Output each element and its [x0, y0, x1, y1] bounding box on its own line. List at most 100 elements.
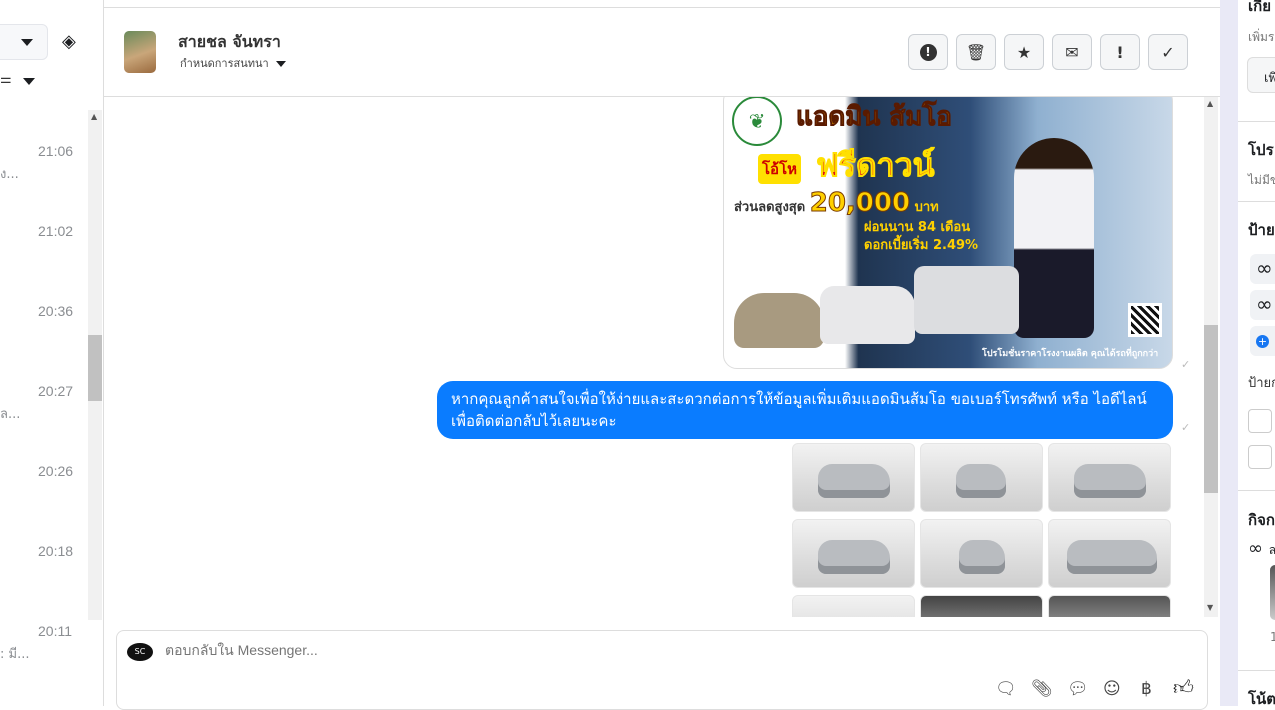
spam-button[interactable]: ! — [908, 34, 948, 70]
ad-brand: แอดมิน ส้มโอ — [796, 102, 953, 133]
chevron-down-icon — [21, 39, 33, 46]
message-icon[interactable]: 💬︎ — [1067, 679, 1089, 699]
divider — [1238, 670, 1275, 671]
conversation-snippet[interactable]: ล... — [0, 403, 20, 424]
section-title: กิจก — [1248, 511, 1275, 529]
meta-infinity-icon: ∞ — [1256, 256, 1273, 280]
label-chip[interactable]: ∞ — [1250, 254, 1275, 284]
like-icon[interactable]: 👍︎ — [1173, 675, 1194, 700]
qr-code-icon — [1128, 303, 1162, 337]
thread-scrollbar[interactable]: ▲ ▼ — [1204, 97, 1218, 617]
car-photo-thumbnail[interactable] — [920, 595, 1043, 617]
ad-badge: โอ้โห — [758, 154, 802, 184]
activity-item[interactable]: ∞ ล — [1248, 538, 1275, 560]
filter-sliders-icon[interactable]: ⚌ — [0, 72, 12, 87]
car-photo-thumbnail[interactable] — [1048, 595, 1171, 617]
section-title: เกีย — [1248, 0, 1271, 15]
conversation-header: สายชล จันทรา กำหนดการสนทนา ! 🗑︎ ★ ✉ ! ✓ — [104, 8, 1220, 97]
conversation-time: 21:06 — [38, 143, 74, 159]
add-label-button[interactable]: + — [1250, 326, 1275, 356]
ad-currency: บาท — [914, 200, 939, 215]
chevron-down-icon[interactable] — [23, 78, 35, 85]
inbox-filter-dropdown[interactable] — [0, 24, 48, 60]
car-image — [734, 293, 824, 348]
section-subtitle: ป้ายก — [1248, 376, 1275, 391]
scrollbar-thumb[interactable] — [1204, 325, 1218, 493]
reply-composer[interactable]: SC 🗨︎ 📎︎ 💬︎ ☺ ฿ 👍︎ — [116, 630, 1208, 710]
star-icon: ★ — [1016, 42, 1032, 62]
conversation-time: 21:02 — [38, 223, 74, 239]
reply-input[interactable] — [165, 642, 765, 658]
car-image — [820, 286, 915, 344]
ad-discount-amount: 20,000 — [809, 188, 911, 219]
done-button[interactable]: ✓ — [1148, 34, 1188, 70]
conversation-time: 20:26 — [38, 463, 74, 479]
car-photo-thumbnail[interactable] — [1048, 443, 1171, 512]
conversation-snippet[interactable]: ง... — [0, 163, 19, 184]
scrollbar-thumb[interactable] — [88, 335, 102, 401]
section-subtitle: ไม่มีข — [1248, 173, 1275, 187]
conversation-time: 20:11 — [38, 623, 72, 639]
checkbox[interactable] — [1248, 409, 1272, 433]
conversation-time: 20:36 — [38, 303, 74, 319]
page-avatar: SC — [127, 643, 153, 661]
saved-reply-icon[interactable]: 🗨︎ — [995, 679, 1017, 699]
list-scrollbar[interactable]: ▲ — [88, 110, 102, 620]
assign-label: กำหนดการสนทนา — [180, 57, 269, 70]
section-title: โน้ต — [1248, 690, 1275, 706]
star-button[interactable]: ★ — [1004, 34, 1044, 70]
contact-name[interactable]: สายชล จันทรา — [178, 30, 281, 55]
divider — [1238, 490, 1275, 491]
car-photo-thumbnail[interactable] — [920, 443, 1043, 512]
car-photo-thumbnail[interactable] — [792, 519, 915, 588]
divider — [1238, 121, 1275, 122]
ad-headline: ฟรีดาวน์ — [815, 146, 935, 185]
check-icon: ✓ — [1161, 42, 1175, 62]
ad-image-message[interactable]: ❦ แอดมิน ส้มโอ โอ้โห ฟรีดาวน์ ส่วนลดสูงส… — [723, 97, 1173, 369]
conversation-snippet[interactable]: : มี... — [0, 643, 29, 664]
car-photo-thumbnail[interactable] — [920, 519, 1043, 588]
conversation-time: 20:27 — [38, 383, 74, 399]
activity-count: 1 — [1270, 630, 1275, 644]
section-title: โปร — [1248, 141, 1274, 159]
important-button[interactable]: ! — [1100, 34, 1140, 70]
trash-icon: 🗑︎ — [965, 42, 987, 62]
model-figure — [1014, 138, 1094, 338]
activity-thumbnail[interactable] — [1270, 565, 1275, 620]
seen-check-icon: ✓ — [1181, 421, 1191, 434]
activity-label: ล — [1268, 543, 1275, 557]
mark-unread-button[interactable]: ✉ — [1052, 34, 1092, 70]
conversation-time: 20:18 — [38, 543, 74, 559]
seen-check-icon: ✓ — [1181, 358, 1191, 371]
attachment-icon[interactable]: 📎︎ — [1031, 679, 1053, 699]
car-image — [914, 266, 1019, 334]
emoji-icon[interactable]: ☺ — [1103, 679, 1121, 699]
meta-infinity-icon: ∞ — [1248, 538, 1263, 559]
car-photo-thumbnail[interactable] — [1048, 519, 1171, 588]
assign-conversation-dropdown[interactable]: กำหนดการสนทนา — [180, 54, 287, 72]
panel-divider — [1220, 0, 1238, 706]
exclamation-icon: ! — [1116, 42, 1124, 62]
avatar[interactable] — [124, 31, 156, 73]
sent-message-bubble[interactable]: หากคุณลูกค้าสนใจเพื่อให้ง่ายและสะดวกต่อก… — [437, 381, 1173, 439]
meta-infinity-icon: ∞ — [1256, 292, 1273, 316]
message-thread: ❦ แอดมิน ส้มโอ โอ้โห ฟรีดาวน์ ส่วนลดสูงส… — [104, 97, 1204, 617]
payment-baht-icon[interactable]: ฿ — [1141, 679, 1152, 699]
chevron-down-icon — [276, 61, 287, 67]
conversation-list: ◈ ⚌ 21:06 ง... 21:02 20:36 20:27 ล... 20… — [0, 0, 104, 706]
delete-button[interactable]: 🗑︎ — [956, 34, 996, 70]
checkbox[interactable] — [1248, 445, 1272, 469]
add-button[interactable]: เพิ — [1247, 57, 1275, 93]
ad-footer: โปรโมชั่นราคาโรงงานผลิต คุณได้รถที่ถูกกว… — [982, 349, 1159, 359]
alert-circle-icon: ! — [919, 43, 937, 61]
car-photo-thumbnail[interactable] — [792, 595, 915, 617]
envelope-icon: ✉ — [1065, 42, 1079, 62]
plus-circle-icon: + — [1256, 335, 1269, 348]
section-title: ป้าย — [1248, 221, 1275, 239]
ad-discount-label: ส่วนลดสูงสุด — [734, 200, 806, 215]
section-subtitle: เพิ่มร — [1248, 30, 1275, 44]
layers-icon[interactable]: ◈ — [62, 31, 76, 52]
ad-interest: ดอกเบี้ยเริ่ม 2.49% — [864, 238, 979, 253]
car-photo-thumbnail[interactable] — [792, 443, 915, 512]
label-chip[interactable]: ∞ — [1250, 290, 1275, 320]
